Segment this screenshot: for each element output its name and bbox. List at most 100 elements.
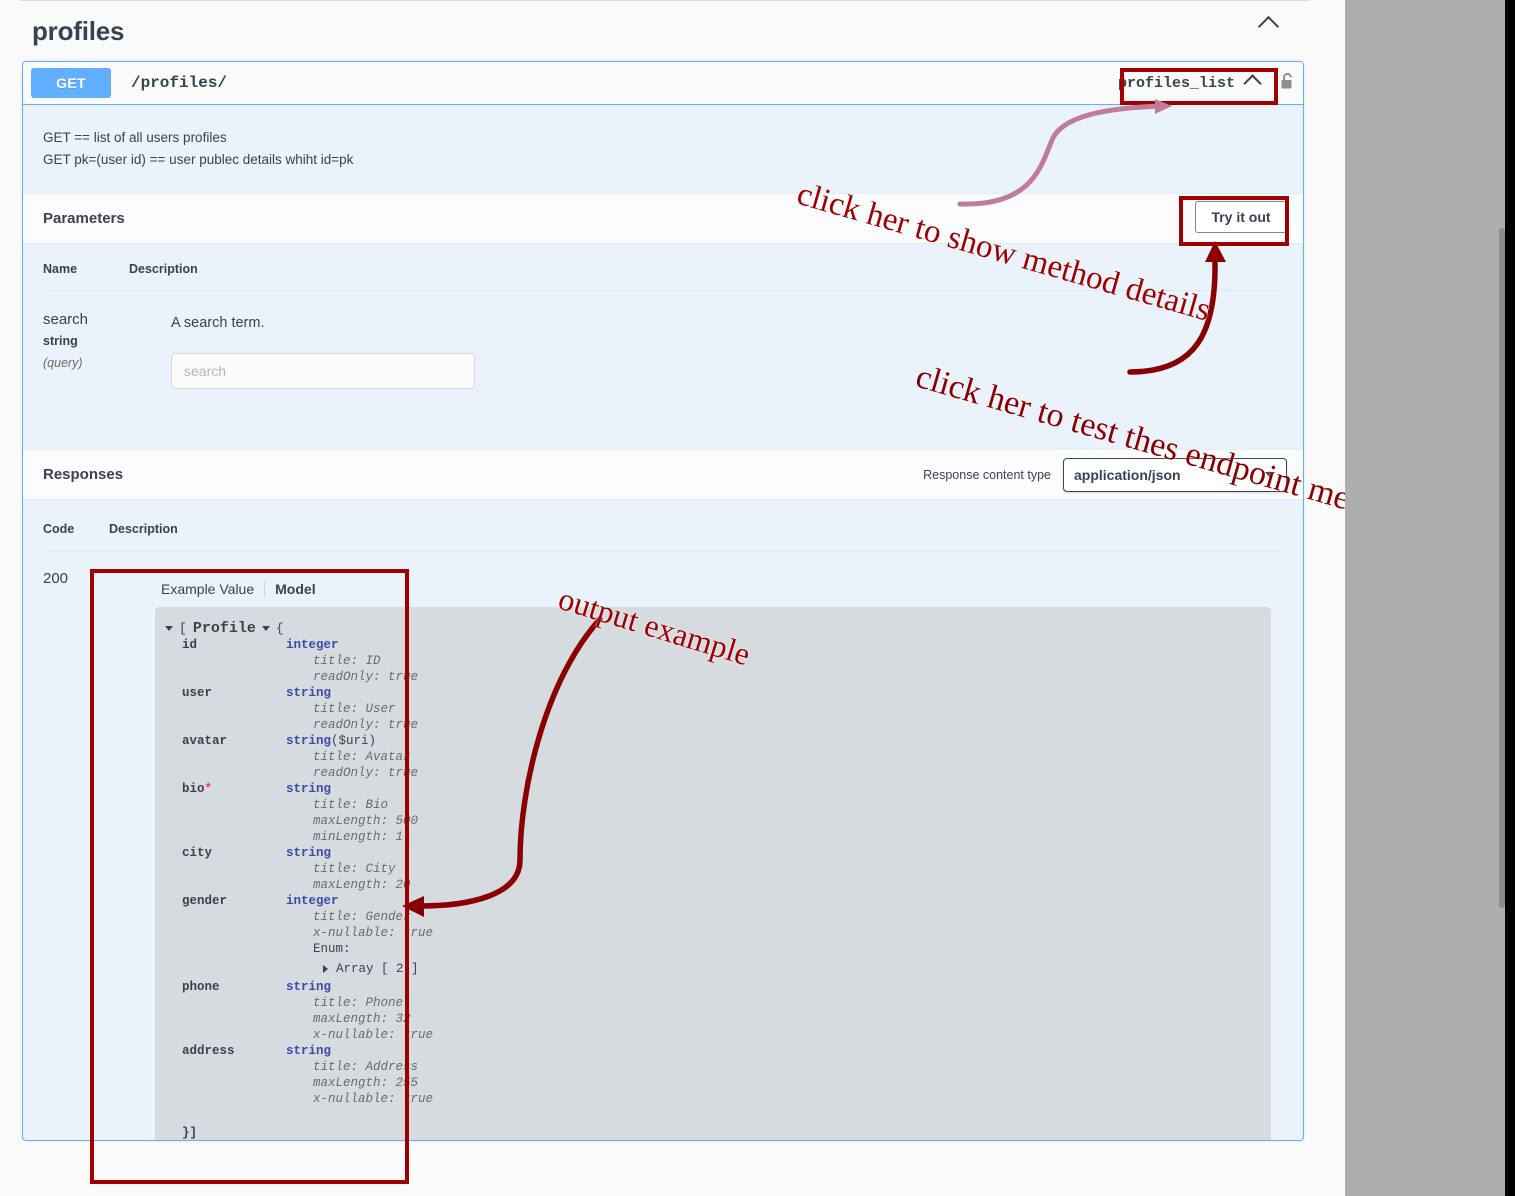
model-tabs: Example Value Model — [131, 569, 1283, 607]
operation-id-toggle[interactable]: profiles_list — [1110, 73, 1267, 94]
response-code: 200 — [43, 569, 69, 587]
property-attribute: title: Gender — [313, 909, 411, 924]
endpoint-path: /profiles/ — [131, 74, 228, 92]
parameters-section-bar: Parameters Try it out — [23, 192, 1303, 244]
model-property-row: phone string — [155, 979, 1271, 995]
table-row: search string (query) A search term. — [43, 307, 1283, 389]
responses-table-header: Code Description — [43, 522, 1283, 550]
property-name: user — [182, 685, 213, 700]
responses-title: Responses — [43, 465, 124, 483]
responses-header-rule — [43, 549, 1283, 551]
parameter-description: A search term. — [171, 314, 265, 331]
property-type: string — [286, 781, 332, 796]
property-attribute: maxLength: 20 — [313, 877, 411, 892]
chevron-down-icon[interactable] — [165, 626, 173, 632]
screen-edge — [1505, 0, 1515, 1196]
col-header-code: Code — [43, 521, 75, 536]
try-it-out-button[interactable]: Try it out — [1195, 200, 1287, 233]
property-attribute: x-nullable: true — [313, 1027, 434, 1042]
col-header-resp-description: Description — [109, 521, 178, 536]
unlocked-padlock-icon[interactable] — [1280, 72, 1295, 91]
responses-section-bar: Responses Response content type applicat… — [23, 448, 1303, 500]
chevron-up-icon[interactable] — [1257, 15, 1287, 45]
parameter-name-cell: search string (query) — [43, 307, 129, 375]
page-scrollbar-thumb[interactable] — [1499, 228, 1505, 908]
parameter-type: string — [43, 334, 78, 349]
opblock-summary[interactable]: GET /profiles/ profiles_list — [23, 62, 1303, 105]
property-name-cell: bio* — [155, 781, 286, 797]
property-type: string — [286, 845, 332, 860]
responses-table: Code Description 200 Example Value Model — [23, 500, 1303, 1140]
property-name: id — [182, 637, 198, 652]
model-open-brace: { — [275, 620, 284, 636]
required-marker: * — [204, 781, 213, 796]
response-content-type-value: application/json — [1074, 466, 1181, 483]
model-close-brace: }] — [182, 1125, 198, 1140]
property-attribute: x-nullable: true — [313, 925, 434, 940]
property-attribute: title: Phone — [313, 995, 404, 1010]
property-attribute: title: Avatar — [313, 749, 411, 764]
property-type: string — [286, 1043, 332, 1058]
parameters-title: Parameters — [43, 209, 125, 227]
property-attribute: title: City — [313, 861, 396, 876]
model-property-row: city string — [155, 845, 1271, 861]
property-attribute: title: Address — [313, 1059, 419, 1074]
parameter-location: (query) — [43, 356, 83, 371]
http-method-badge: GET — [31, 68, 111, 98]
operation-id-label: profiles_list — [1117, 74, 1235, 92]
property-attribute: maxLength: 32 — [313, 1011, 411, 1026]
chevron-down-icon[interactable] — [261, 626, 270, 632]
tab-model[interactable]: Model — [265, 581, 325, 597]
model-property-row: user string — [155, 685, 1271, 701]
property-attribute: title: User — [313, 701, 396, 716]
operation-description-line-2: GET pk=(user id) == user publec details … — [43, 151, 354, 167]
property-name: phone — [182, 979, 220, 994]
property-attribute: minLength: 1 — [313, 829, 404, 844]
enum-array-label: Array [ 2 ] — [336, 961, 419, 976]
model-open-bracket: [ — [179, 620, 187, 636]
enum-label: Enum: — [313, 941, 351, 956]
chevron-right-icon[interactable] — [323, 964, 328, 973]
model-property-row: avatar string ($uri) — [155, 733, 1271, 749]
operation-description: GET == list of all users profiles GET pk… — [23, 105, 1303, 193]
model-title: Profile — [192, 619, 256, 637]
property-name: bio — [182, 781, 205, 796]
property-name: gender — [182, 893, 228, 908]
tab-example-value[interactable]: Example Value — [151, 581, 264, 597]
property-name: city — [182, 845, 213, 860]
tag-title: profiles — [32, 15, 125, 46]
parameter-description-cell: A search term. — [129, 307, 1283, 389]
property-type: string — [286, 979, 332, 994]
operation-description-line-1: GET == list of all users profiles — [43, 130, 227, 145]
model-property-row: bio* string — [155, 781, 1271, 797]
property-type: string — [286, 733, 332, 748]
swagger-ui-page: profiles GET /profiles/ profiles_list GE… — [0, 0, 1345, 1196]
property-name: avatar — [182, 733, 228, 748]
property-type: string — [286, 685, 332, 700]
property-attribute: maxLength: 255 — [313, 1075, 419, 1090]
table-row: 200 Example Value Model [ Profile {id i… — [43, 567, 1283, 1140]
property-attribute: title: Bio — [313, 797, 389, 812]
property-attribute: maxLength: 500 — [313, 813, 419, 828]
desktop-background — [1345, 0, 1505, 1196]
property-attribute: readOnly: true — [313, 765, 419, 780]
parameter-name: search — [43, 310, 89, 328]
opblock-get-profiles: GET /profiles/ profiles_list GET == list… — [22, 61, 1304, 1141]
enum-array-toggle[interactable]: Array [ 2 ] — [155, 957, 1271, 977]
property-attribute: readOnly: true — [313, 669, 419, 684]
operation-id-area: profiles_list — [1110, 67, 1267, 99]
property-attribute: x-nullable: true — [313, 1091, 434, 1106]
tag-header-profiles[interactable]: profiles — [0, 1, 1345, 61]
model-property-row: address string — [155, 1043, 1271, 1059]
col-header-name: Name — [43, 261, 78, 276]
response-content-type-label: Response content type — [923, 467, 1051, 482]
search-input[interactable] — [171, 352, 475, 389]
model-schema-box: [ Profile { id integer title: ID readOnl… — [155, 606, 1271, 1140]
property-type: integer — [286, 893, 339, 908]
property-type: integer — [286, 637, 339, 652]
model-property-row: gender integer — [155, 893, 1271, 909]
property-format: ($uri) — [331, 733, 377, 748]
chevron-up-icon — [1243, 73, 1262, 93]
property-attribute: readOnly: true — [313, 717, 419, 732]
property-name: address — [182, 1043, 235, 1058]
